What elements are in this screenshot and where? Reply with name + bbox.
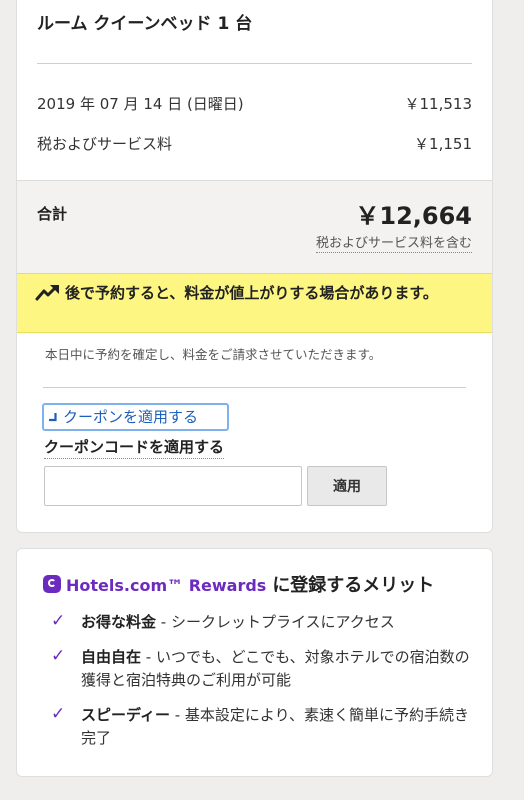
benefit-item: ✓ 自由自在 - いつでも、どこでも、対象ホテルでの宿泊数の獲得と宿泊特典のご利… bbox=[51, 646, 476, 692]
divider bbox=[37, 63, 472, 64]
benefit-item: ✓ お得な料金 - シークレットプライスにアクセス bbox=[51, 611, 476, 634]
rewards-title: Hotels.com™ Rewards に登録するメリット bbox=[43, 571, 435, 596]
tax-included-tooltip-link[interactable]: 税およびサービス料を含む bbox=[315, 232, 472, 253]
rewards-title-text: に登録するメリット bbox=[272, 575, 435, 596]
room-title: ルーム クイーンベッド 1 台 bbox=[37, 14, 253, 34]
benefit-title: 自由自在 bbox=[81, 648, 142, 666]
price-summary-card: ルーム クイーンベッド 1 台 2019 年 07 月 14 日 (日曜日) ￥… bbox=[16, 0, 493, 533]
alert-message: 後で予約すると、料金が値上がりする場合があります。 bbox=[65, 284, 438, 302]
coupon-code-heading: クーポンコードを適用する bbox=[44, 436, 225, 459]
total-price: ￥12,664 bbox=[355, 202, 472, 230]
total-label: 合計 bbox=[37, 205, 68, 223]
hotels-logo-icon bbox=[43, 575, 61, 593]
check-icon: ✓ bbox=[51, 646, 66, 666]
benefit-item: ✓ スピーディー - 基本設定により、素速く簡単に予約手続き完了 bbox=[51, 704, 476, 750]
apply-coupon-button[interactable]: 適用 bbox=[307, 466, 387, 506]
coupon-code-input[interactable] bbox=[44, 466, 302, 506]
tax-amount: ￥1,151 bbox=[414, 135, 472, 153]
benefit-description: - シークレットプライスにアクセス bbox=[156, 613, 395, 631]
nightly-date-label: 2019 年 07 月 14 日 (日曜日) bbox=[37, 95, 244, 113]
divider bbox=[43, 387, 466, 388]
tax-label: 税およびサービス料 bbox=[37, 135, 173, 153]
coupon-toggle-label: クーポンを適用する bbox=[63, 408, 199, 426]
check-icon: ✓ bbox=[51, 704, 66, 724]
price-increase-alert: 後で予約すると、料金が値上がりする場合があります。 bbox=[17, 273, 492, 333]
benefit-title: お得な料金 bbox=[81, 613, 157, 631]
coupon-toggle-button[interactable]: クーポンを適用する bbox=[42, 403, 229, 431]
rewards-brand[interactable]: Hotels.com™ Rewards bbox=[66, 576, 266, 595]
total-section: 合計 ￥12,664 税およびサービス料を含む bbox=[17, 180, 492, 273]
check-icon: ✓ bbox=[51, 611, 66, 631]
benefit-title: スピーディー bbox=[81, 706, 170, 724]
nightly-price: ￥11,513 bbox=[404, 95, 473, 113]
corner-arrow-icon bbox=[48, 405, 57, 429]
rewards-card: Hotels.com™ Rewards に登録するメリット ✓ お得な料金 - シ… bbox=[16, 548, 493, 777]
payment-notice: 本日中に予約を確定し、料金をご請求させていただきます。 bbox=[45, 347, 382, 362]
